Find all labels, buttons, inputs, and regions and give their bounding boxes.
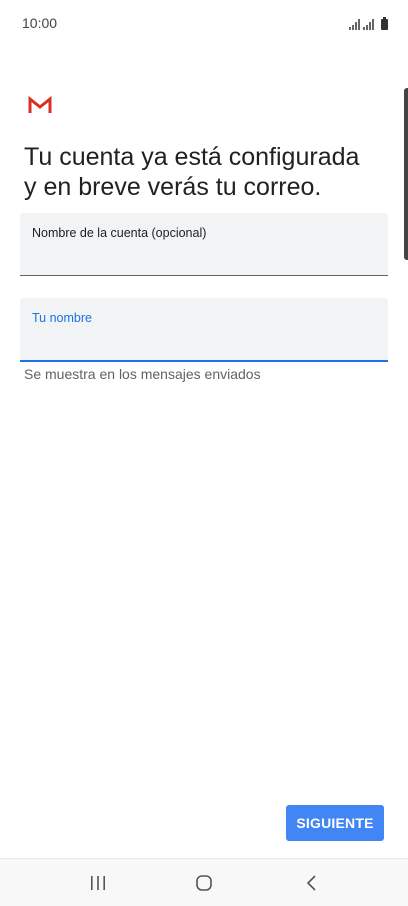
your-name-input[interactable] (32, 330, 372, 352)
home-button[interactable] (184, 871, 224, 895)
page-title-line-2: y en breve verás tu correo. (24, 173, 322, 201)
battery-icon (381, 17, 388, 30)
recents-icon (91, 876, 105, 890)
gmail-logo-icon (28, 96, 52, 113)
your-name-label: Tu nombre (32, 311, 92, 325)
home-icon (196, 875, 212, 891)
account-name-label: Nombre de la cuenta (opcional) (32, 226, 207, 240)
your-name-helper-text: Se muestra en los mensajes enviados (24, 366, 261, 382)
signal-icon (349, 18, 360, 30)
status-icons (349, 16, 388, 30)
your-name-field[interactable]: Tu nombre (20, 298, 388, 362)
status-time: 10:00 (22, 15, 58, 31)
back-icon (306, 875, 316, 891)
page-title: Tu cuenta ya está configurada y en breve… (24, 142, 394, 202)
back-button[interactable] (292, 871, 332, 895)
page-title-line-1: Tu cuenta ya está configurada (24, 143, 360, 171)
next-button[interactable]: SIGUIENTE (286, 805, 384, 841)
navigation-bar (0, 858, 408, 906)
status-bar: 10:00 (0, 0, 408, 46)
account-name-field[interactable]: Nombre de la cuenta (opcional) (20, 213, 388, 276)
account-name-input[interactable] (32, 245, 372, 267)
recents-button[interactable] (78, 871, 118, 895)
edge-panel-handle[interactable] (404, 88, 408, 260)
screen: 10:00 Tu cuenta ya está configurada y en… (0, 0, 408, 906)
signal-icon-2 (363, 18, 374, 30)
